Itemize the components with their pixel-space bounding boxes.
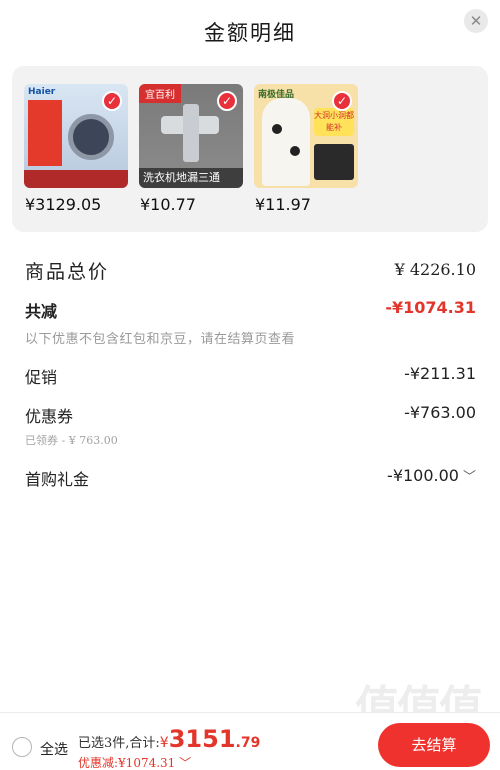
- brand-label: Haier: [28, 87, 56, 97]
- chevron-down-icon[interactable]: ﹀: [463, 466, 476, 485]
- total-value: ¥ 4226.10: [394, 260, 476, 279]
- discount-summary[interactable]: 优惠减:¥1074.31 ﹀: [78, 754, 191, 770]
- total-row: 商品总价 ¥ 4226.10: [25, 257, 476, 283]
- product-caption: 洗衣机地漏三通: [139, 168, 243, 188]
- check-icon[interactable]: ✓: [217, 91, 237, 111]
- saved-label: 共减: [25, 302, 58, 321]
- chevron-down-icon[interactable]: ﹀: [179, 756, 191, 770]
- product-card[interactable]: Haier ✓ ¥3129.05: [24, 84, 128, 214]
- coupon-note: 已领券 - ¥ 763.00: [25, 434, 118, 447]
- total-label: 商品总价: [25, 261, 110, 283]
- product-image-washer: Haier ✓: [24, 84, 128, 188]
- brand-label: 宜百利: [139, 84, 181, 103]
- promo-label: 促销: [25, 368, 58, 387]
- total-amount-integer: 3151: [168, 725, 236, 753]
- saved-row: 共减 -¥1074.31: [25, 298, 476, 322]
- discount-text: 优惠减:¥1074.31: [78, 756, 176, 770]
- first-purchase-row[interactable]: 首购礼金 -¥100.00 ﹀: [25, 466, 476, 490]
- patch-shape: [290, 146, 300, 156]
- first-purchase-value-wrap[interactable]: -¥100.00 ﹀: [387, 466, 476, 485]
- promo-tag: [28, 100, 62, 166]
- product-price: ¥10.77: [140, 195, 196, 214]
- promo-badge: 大洞小洞都能补: [314, 108, 354, 136]
- page-title: 金额明细: [204, 21, 296, 45]
- checkout-button[interactable]: 去结算: [378, 723, 490, 767]
- order-summary: 已选3件,合计:¥3151.79: [78, 725, 260, 753]
- currency-symbol: ¥: [159, 735, 169, 751]
- coupon-value: -¥763.00: [404, 403, 476, 422]
- product-image-drain: 宜百利 洗衣机地漏三通 ✓: [139, 84, 243, 188]
- pipe-shape: [183, 104, 199, 162]
- jacket-shape: [262, 98, 310, 186]
- saved-value: -¥1074.31: [385, 298, 476, 317]
- select-all-label[interactable]: 全选: [40, 739, 68, 759]
- saved-note: 以下优惠不包含红包和京豆，请在结算页查看: [25, 332, 296, 347]
- check-icon[interactable]: ✓: [332, 91, 352, 111]
- first-purchase-label: 首购礼金: [25, 470, 90, 489]
- product-strip: Haier ✓ ¥3129.05 宜百利 洗衣机地漏三通 ✓ ¥10.77 南极…: [12, 66, 488, 232]
- coupon-row: 优惠券 -¥763.00: [25, 403, 476, 427]
- coupon-label: 优惠券: [25, 407, 74, 426]
- product-image-jacket: 南极佳品 大洞小洞都能补 ✓: [254, 84, 358, 188]
- check-icon[interactable]: ✓: [102, 91, 122, 111]
- header: 金额明细 ✕: [0, 0, 500, 62]
- promo-row: 促销 -¥211.31: [25, 364, 476, 388]
- first-purchase-value: -¥100.00: [387, 466, 459, 485]
- promo-value: -¥211.31: [404, 364, 476, 383]
- product-price: ¥3129.05: [25, 195, 102, 214]
- product-price: ¥11.97: [255, 195, 311, 214]
- product-card[interactable]: 南极佳品 大洞小洞都能补 ✓ ¥11.97: [254, 84, 358, 214]
- bottom-bar: 全选 已选3件,合计:¥3151.79 优惠减:¥1074.31 ﹀ 去结算: [0, 712, 500, 770]
- washer-drum: [68, 114, 114, 160]
- promo-banner: [24, 170, 128, 188]
- close-icon[interactable]: ✕: [464, 9, 488, 33]
- product-card[interactable]: 宜百利 洗衣机地漏三通 ✓ ¥10.77: [139, 84, 243, 214]
- patch-shape: [272, 124, 282, 134]
- total-amount-decimal: .79: [235, 735, 261, 751]
- patch-swatch: [314, 144, 354, 180]
- summary-prefix: 已选3件,合计:: [78, 736, 160, 751]
- select-all-radio[interactable]: [12, 737, 32, 757]
